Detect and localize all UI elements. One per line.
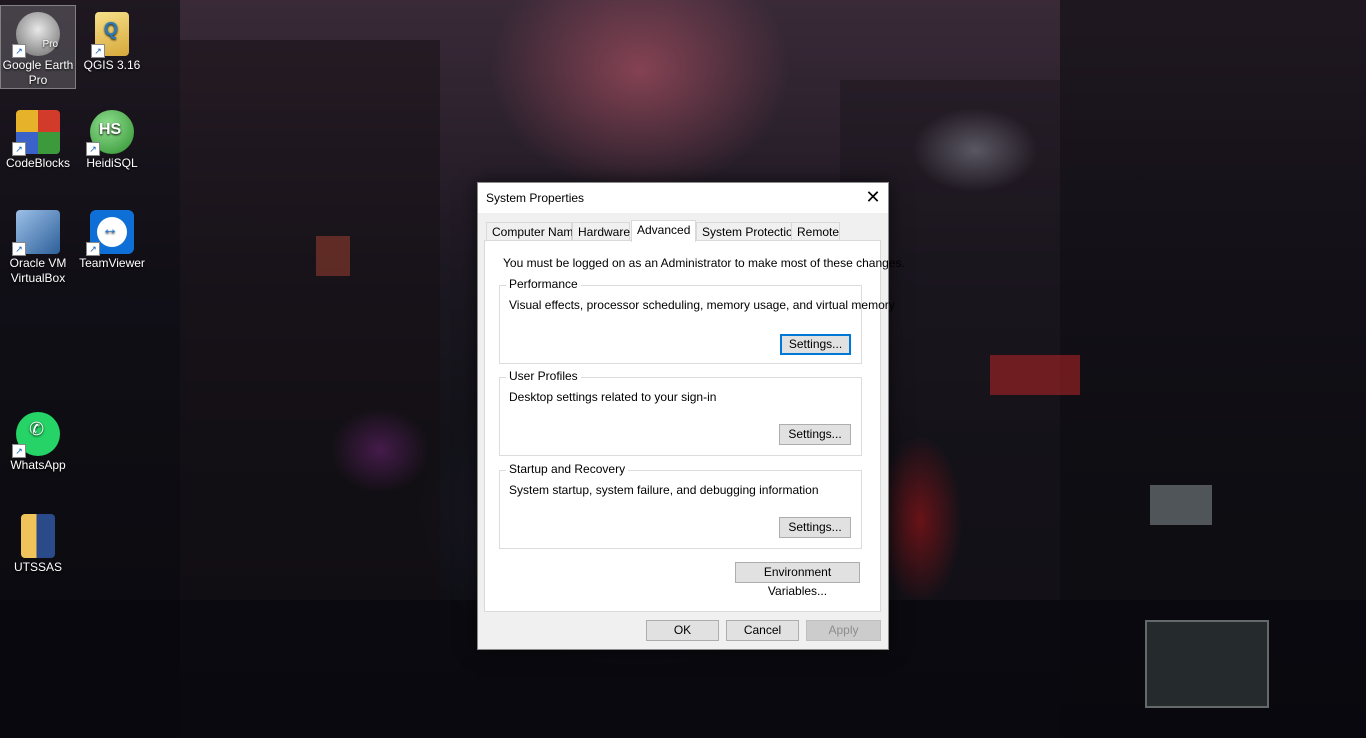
heidisql-badge: HS xyxy=(99,121,122,138)
pro-badge: Pro xyxy=(42,39,58,50)
desktop-icon-heidisql[interactable]: HS ↗ HeidiSQL xyxy=(75,104,149,171)
shortcut-arrow-icon: ↗ xyxy=(12,44,26,58)
shortcut-arrow-icon: ↗ xyxy=(12,444,26,458)
desktop-icon-whatsapp[interactable]: ✆ ↗ WhatsApp xyxy=(1,406,75,473)
folder-icon xyxy=(21,514,55,558)
virtualbox-icon: ↗ xyxy=(12,210,60,256)
background-sign xyxy=(1150,485,1212,525)
group-title: Startup and Recovery xyxy=(506,462,629,476)
background-building xyxy=(180,40,440,600)
performance-settings-button[interactable]: Settings... xyxy=(780,334,851,355)
google-earth-pro-icon: Pro ↗ xyxy=(12,12,60,58)
tab-computer-name[interactable]: Computer Name xyxy=(486,222,580,241)
environment-variables-button[interactable]: Environment Variables... xyxy=(735,562,860,598)
qgis-icon: Q ↗ xyxy=(91,12,129,58)
title-bar[interactable]: System Properties ✕ xyxy=(478,183,888,213)
phone-icon: ✆ xyxy=(29,419,45,439)
dialog-title: System Properties xyxy=(486,191,585,205)
tab-advanced[interactable]: Advanced xyxy=(631,220,696,242)
system-properties-dialog: System Properties ✕ Computer Name Hardwa… xyxy=(477,182,905,650)
apply-button[interactable]: Apply xyxy=(806,620,881,641)
tab-hardware[interactable]: Hardware xyxy=(572,222,630,241)
desktop-icon-label: UTSSAS xyxy=(13,560,62,574)
startup-recovery-settings-button[interactable]: Settings... xyxy=(779,517,851,538)
desktop-icon-label: CodeBlocks xyxy=(5,156,71,170)
background-sign xyxy=(1145,620,1269,708)
background-sign xyxy=(990,355,1080,395)
whatsapp-icon: ✆ ↗ xyxy=(12,412,60,458)
shortcut-arrow-icon: ↗ xyxy=(12,242,26,256)
group-description: Visual effects, processor scheduling, me… xyxy=(509,298,895,312)
background-window xyxy=(316,236,350,276)
group-title: User Profiles xyxy=(506,369,581,383)
shortcut-arrow-icon: ↗ xyxy=(86,142,100,156)
desktop-icon-label: Oracle VM VirtualBox xyxy=(9,256,67,285)
startup-recovery-group: Startup and Recovery System startup, sys… xyxy=(499,462,862,549)
desktop-icon-qgis[interactable]: Q ↗ QGIS 3.16 xyxy=(75,6,149,73)
desktop-icon-label: HeidiSQL xyxy=(86,156,138,170)
performance-group: Performance Visual effects, processor sc… xyxy=(499,277,895,364)
desktop-icon-virtualbox[interactable]: ↗ Oracle VM VirtualBox xyxy=(1,204,75,286)
heidisql-icon: HS ↗ xyxy=(86,110,134,156)
user-profiles-group: User Profiles Desktop settings related t… xyxy=(499,369,862,456)
qgis-glyph: Q xyxy=(104,19,119,39)
desktop-icon-teamviewer[interactable]: ↔ ↗ TeamViewer xyxy=(75,204,149,271)
desktop-icon-label: QGIS 3.16 xyxy=(83,58,141,72)
admin-note: You must be logged on as an Administrato… xyxy=(503,256,905,270)
teamviewer-icon: ↔ ↗ xyxy=(86,210,134,256)
shortcut-arrow-icon: ↗ xyxy=(86,242,100,256)
group-title: Performance xyxy=(506,277,581,291)
cancel-button[interactable]: Cancel xyxy=(726,620,799,641)
group-description: Desktop settings related to your sign-in xyxy=(509,390,717,404)
desktop-icon-utssas[interactable]: UTSSAS xyxy=(1,508,75,575)
tab-system-protection[interactable]: System Protection xyxy=(696,222,799,241)
desktop-icon-codeblocks[interactable]: ↗ CodeBlocks xyxy=(1,104,75,171)
desktop-icon-label: WhatsApp xyxy=(10,458,66,472)
shortcut-arrow-icon: ↗ xyxy=(12,142,26,156)
desktop-icon-label: TeamViewer xyxy=(79,256,145,270)
advanced-panel: You must be logged on as an Administrato… xyxy=(484,240,905,612)
shortcut-arrow-icon: ↗ xyxy=(91,44,105,58)
user-profiles-settings-button[interactable]: Settings... xyxy=(779,424,851,445)
desktop-icon-label: Google Earth Pro xyxy=(2,58,74,87)
desktop-icon-google-earth-pro[interactable]: Pro ↗ Google Earth Pro xyxy=(0,5,76,89)
teamviewer-arrows-icon: ↔ xyxy=(102,221,118,238)
ok-button[interactable]: OK xyxy=(646,620,719,641)
group-description: System startup, system failure, and debu… xyxy=(509,483,819,497)
close-icon[interactable]: ✕ xyxy=(858,183,888,213)
codeblocks-icon: ↗ xyxy=(12,110,60,156)
tab-remote[interactable]: Remote xyxy=(791,222,840,241)
